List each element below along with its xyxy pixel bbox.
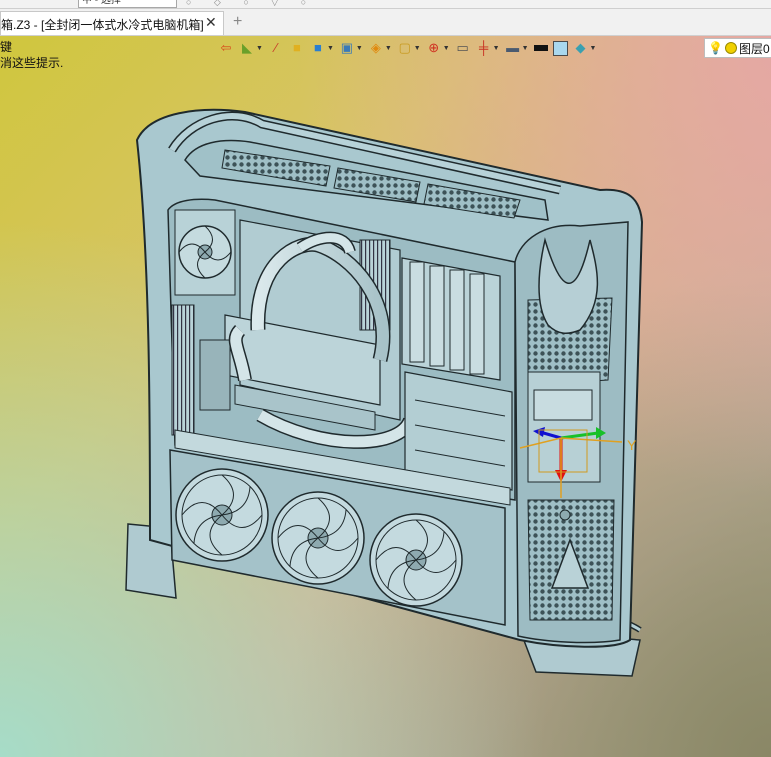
selection-filter-field[interactable]: 中 - 选择 bbox=[78, 0, 177, 8]
lightbulb-icon: 💡 bbox=[708, 41, 723, 55]
origin-icon: ⊕ bbox=[428, 40, 440, 55]
y-axis-label: Y bbox=[627, 437, 637, 453]
radiator-fan-1 bbox=[175, 468, 269, 562]
layer-status-icon bbox=[724, 42, 737, 54]
layout-icon: ▭ bbox=[456, 40, 469, 55]
component-button[interactable]: ▣ ▼ bbox=[339, 39, 363, 57]
radiator-fan-3 bbox=[369, 513, 463, 607]
import-button[interactable]: ⇦ bbox=[218, 39, 234, 57]
fill-color-icon bbox=[552, 40, 568, 56]
top-strip: 中 - 选择 ○ ◇ ○ ▽ ○ bbox=[0, 0, 771, 9]
brush-icon: ⁄ bbox=[274, 40, 278, 55]
line-color-icon bbox=[533, 45, 548, 51]
box-button[interactable]: ■ bbox=[289, 39, 305, 57]
brush-button[interactable]: ⁄ bbox=[268, 39, 284, 57]
layout-button[interactable]: ▭ bbox=[455, 39, 471, 57]
prompt-text: 键 消这些提示. bbox=[0, 39, 63, 71]
box-icon: ■ bbox=[293, 40, 301, 55]
monitor-icon: ▬ bbox=[506, 40, 520, 55]
quick-access-icons: ○ ◇ ○ ▽ ○ bbox=[186, 0, 317, 7]
prompt-line-2: 消这些提示. bbox=[0, 56, 64, 70]
origin-button[interactable]: ⊕ ▼ bbox=[426, 39, 449, 57]
line-color-button[interactable] bbox=[533, 39, 548, 57]
radiator-fan-2 bbox=[271, 491, 365, 585]
paint-bucket-button[interactable]: ◣ ▼ bbox=[239, 39, 263, 57]
shading-button[interactable]: ◈ ▼ bbox=[368, 39, 392, 57]
new-tab-button[interactable]: + bbox=[233, 13, 242, 31]
shading-icon: ◈ bbox=[370, 40, 381, 55]
layer-name: 图层0 bbox=[738, 41, 770, 56]
rear-exhaust-fan bbox=[174, 209, 236, 296]
tab-title: 箱.Z3 - [全封闭一体式水冷式电脑机箱] bbox=[1, 18, 204, 32]
view-toolbar: ⇦ ◣ ▼ ⁄ ■ ■ ▼ ▣ ▼ ◈ ▼ ▢ ▼ ⊕ ▼ ▭ ╪ ▼ ▬ ▼ ◆ ▼ bbox=[218, 38, 601, 58]
import-icon: ⇦ bbox=[220, 40, 232, 55]
component-icon: ▣ bbox=[340, 40, 354, 55]
dimension-button[interactable]: ╪ ▼ bbox=[476, 39, 500, 57]
computer-case-model[interactable]: Y bbox=[0, 0, 771, 757]
prompt-line-1: 键 bbox=[0, 40, 13, 54]
document-tab-bar: 箱.Z3 - [全封闭一体式水冷式电脑机箱] ✕ + bbox=[0, 9, 771, 36]
expansion-slots bbox=[171, 304, 195, 436]
dimension-icon: ╪ bbox=[479, 40, 489, 55]
solid-cube-button[interactable]: ■ ▼ bbox=[310, 39, 334, 57]
fill-color-button[interactable] bbox=[552, 39, 568, 57]
solid-cube-icon: ■ bbox=[314, 40, 322, 55]
paint-bucket-icon: ◣ bbox=[242, 40, 252, 55]
view-frame-icon: ▢ bbox=[398, 40, 411, 55]
monitor-button[interactable]: ▬ ▼ bbox=[505, 39, 528, 57]
layer-stack-button[interactable]: ◆ ▼ bbox=[573, 39, 597, 57]
view-frame-button[interactable]: ▢ ▼ bbox=[397, 39, 421, 57]
close-icon[interactable]: ✕ bbox=[205, 14, 217, 31]
layer-stack-icon: ◆ bbox=[575, 40, 586, 55]
document-tab[interactable]: 箱.Z3 - [全封闭一体式水冷式电脑机箱] ✕ bbox=[0, 11, 224, 35]
graphics-viewport[interactable]: Y bbox=[0, 0, 771, 757]
layer-selector[interactable]: 💡 图层0 bbox=[704, 38, 771, 58]
